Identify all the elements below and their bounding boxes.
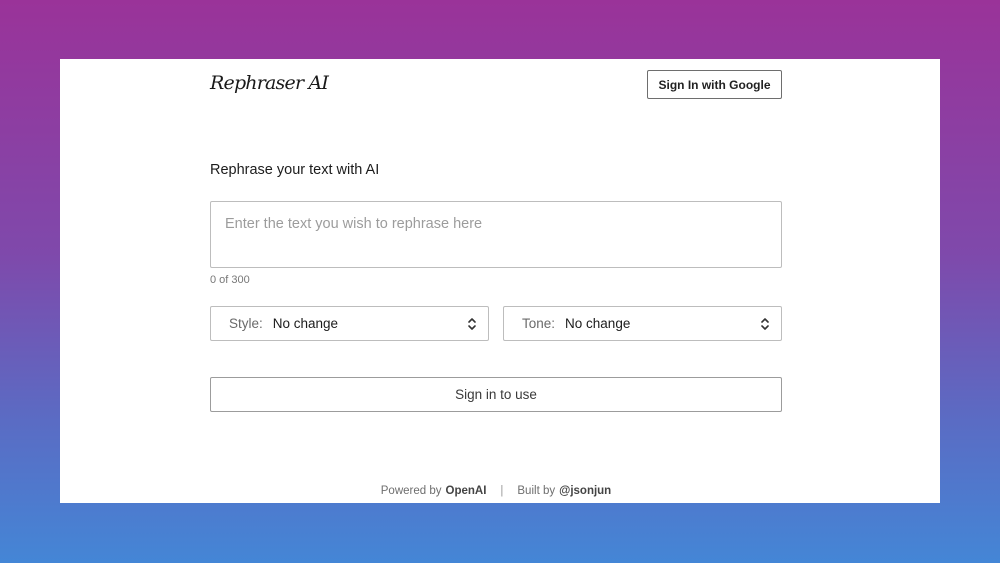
chevron-up-down-icon	[761, 317, 769, 330]
footer-separator: |	[500, 485, 504, 497]
rephrase-input[interactable]	[211, 202, 781, 267]
rephrase-input-container	[210, 201, 782, 268]
built-by-text: Built by	[517, 485, 556, 497]
tone-select[interactable]: Tone: No change	[503, 306, 782, 341]
tone-select-label: Tone:	[522, 316, 556, 331]
footer: Powered by OpenAI | Built by @jsonjun	[210, 485, 782, 497]
sign-in-with-google-button[interactable]: Sign In with Google	[647, 70, 782, 99]
app-logo[interactable]: Rephraser AI	[210, 72, 329, 94]
style-select-label: Style:	[229, 316, 263, 331]
tone-select-value: No change	[565, 316, 631, 331]
style-select[interactable]: Style: No change	[210, 306, 489, 341]
powered-by-text: Powered by	[380, 485, 442, 497]
browser-window: Rephraser AI Sign In with Google Rephras…	[60, 59, 940, 503]
chevron-up-down-icon	[468, 317, 476, 330]
author-link[interactable]: @jsonjun	[559, 485, 611, 497]
char-count: 0 of 300	[210, 274, 250, 286]
sign-in-to-use-button[interactable]: Sign in to use	[210, 377, 782, 412]
page-title: Rephrase your text with AI	[210, 162, 380, 178]
app-content: Rephraser AI Sign In with Google Rephras…	[210, 59, 782, 503]
openai-link[interactable]: OpenAI	[446, 485, 487, 497]
style-select-value: No change	[272, 316, 339, 331]
